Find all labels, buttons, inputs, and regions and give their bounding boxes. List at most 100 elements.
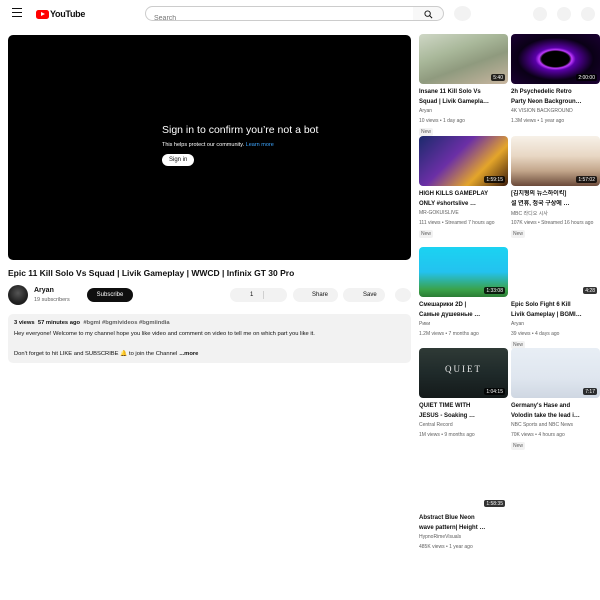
show-more-button[interactable]: ...more (179, 351, 198, 357)
recommendation-channel[interactable]: 4K VISION BACKGROUND (511, 108, 600, 114)
title-line: HIGH KILLS GAMEPLAY (419, 191, 489, 197)
title-line: Abstract Blue Neon (419, 515, 475, 521)
search-icon (424, 10, 433, 19)
new-badge: New (419, 128, 434, 136)
recommendation-channel[interactable]: HypnoRimeVisuals (419, 534, 508, 540)
title-line: Самые душевные … (419, 311, 481, 318)
title-line: Squad | Livik Gamepla… (419, 98, 490, 105)
account-button[interactable] (581, 7, 595, 21)
recommendation-channel[interactable]: Central Record (419, 422, 508, 428)
duration-badge: 1:58:35 (484, 500, 505, 507)
video-thumbnail[interactable]: 1:58:35 (419, 460, 508, 510)
youtube-logo[interactable]: YouTube (36, 9, 85, 19)
recommendation-stats: 10 views • 1 day ago (419, 118, 465, 124)
duration-badge: 1:33:08 (484, 287, 505, 294)
recommendation-title[interactable]: Epic Solo Fight 6 Kill Livik Gameplay | B… (511, 301, 600, 320)
recommendation-channel[interactable]: MR-GOKUISLIVE (419, 210, 508, 216)
description-meta: 3 views 57 minutes ago #bgmi #bgmivideos… (14, 318, 405, 328)
create-button[interactable] (533, 7, 547, 21)
subscribe-button[interactable]: Subscribe (87, 288, 133, 302)
description-cta: Don't forget to hit LIKE and SUBSCRIBE 🔔… (14, 351, 178, 357)
description-box[interactable]: 3 views 57 minutes ago #bgmi #bgmivideos… (8, 314, 411, 363)
duration-badge: 1:57:02 (576, 176, 597, 183)
title-line: Party Neon Backgroun… (511, 98, 582, 105)
bot-check-message: Sign in to confirm you’re not a bot This… (162, 124, 318, 166)
like-count: 1 (250, 292, 254, 298)
subscriber-count: 19 subscribers (34, 297, 70, 303)
video-thumbnail[interactable]: 4:28 (511, 247, 600, 297)
description-line: Hey everyone! Welcome to my channel hope… (14, 331, 315, 337)
recommendation-title[interactable]: Germany's Hase and Volodin take the lead … (511, 402, 600, 421)
recommendation-stats: 70K views • 4 hours ago (511, 432, 565, 438)
channel-name[interactable]: Aryan (34, 287, 54, 294)
like-dislike-button[interactable]: 1 (230, 288, 287, 302)
title-line: Volodin take the lead i… (511, 412, 580, 419)
new-badge: New (511, 230, 526, 238)
recommendation-title[interactable]: Insane 11 Kill Solo Vs Squad | Livik Game… (419, 88, 508, 107)
recommendation-channel[interactable]: Aryan (511, 321, 600, 327)
logo-text: YouTube (50, 9, 86, 19)
search-button[interactable] (413, 6, 444, 21)
save-button[interactable]: Save (343, 288, 385, 302)
video-thumbnail[interactable]: 1:33:08 (419, 247, 508, 297)
recommendation-stats: 1.2M views • 7 months ago (419, 331, 479, 337)
recommendation-stats: 39 views • 4 days ago (511, 331, 560, 337)
duration-badge: 1:04:15 (484, 388, 505, 395)
channel-avatar[interactable] (8, 285, 28, 305)
recommendation-stats: 485K views • 1 year ago (419, 544, 473, 550)
recommendation-channel[interactable]: MBC 라디오 시사 (511, 210, 600, 217)
duration-badge: 2:00:00 (576, 74, 597, 81)
learn-more-link[interactable]: Learn more (246, 142, 274, 148)
title-line: Epic Solo Fight 6 Kill (511, 302, 571, 308)
bot-check-subtext-body: This helps protect our community. (162, 142, 245, 148)
search-box[interactable] (145, 6, 414, 22)
more-actions-button[interactable] (395, 288, 411, 302)
recommendation-stats: 1M views • 9 months ago (419, 432, 475, 438)
recommendation-stats: 1.3M views • 1 year ago (511, 118, 565, 124)
hashtags[interactable]: #bgmi #bgmivideos #bgmiindia (83, 320, 169, 326)
video-thumbnail[interactable]: 1:59:15 (419, 136, 508, 186)
masthead: YouTube (0, 0, 600, 28)
recommendation-channel[interactable]: Aryan (419, 108, 508, 114)
like-divider (263, 291, 264, 299)
title-line: wave pattern| Height … (419, 524, 486, 531)
share-button[interactable]: Share (293, 288, 338, 302)
title-line: Livik Gameplay | BGMI… (511, 311, 582, 318)
recommendation-title[interactable]: 2h Psychedelic Retro Party Neon Backgroun… (511, 88, 600, 107)
recommendation-channel[interactable]: NBC Sports and NBC News (511, 422, 600, 428)
recommendation-channel[interactable]: Рики (419, 321, 508, 327)
video-player[interactable]: Sign in to confirm you’re not a bot This… (8, 35, 411, 260)
recommendation-title[interactable]: QUIET TIME WITH JESUS - Soaking … (419, 402, 508, 421)
upload-age: 57 minutes ago (37, 320, 81, 326)
duration-badge: 5:40 (491, 74, 505, 81)
bot-check-subtext: This helps protect our community. Learn … (162, 142, 318, 148)
recommendation-title[interactable]: HIGH KILLS GAMEPLAY ONLY #shortslive … (419, 190, 508, 209)
recommendation-title[interactable]: [김치형의 뉴스하이킥] 설 연휴, 정국 구상에 … (511, 190, 600, 209)
share-label: Share (312, 292, 329, 298)
save-label: Save (363, 292, 377, 298)
voice-search-button[interactable] (454, 6, 471, 21)
video-title: Epic 11 Kill Solo Vs Squad | Livik Gamep… (8, 268, 295, 278)
sign-in-button[interactable]: Sign in (162, 154, 195, 166)
title-line: [김치형의 뉴스하이킥] (511, 191, 567, 197)
duration-badge: 7:17 (583, 388, 597, 395)
duration-badge: 1:59:15 (484, 176, 505, 183)
menu-icon[interactable] (12, 8, 22, 18)
video-thumbnail[interactable]: 5:40 (419, 34, 508, 84)
video-thumbnail[interactable]: 2:00:00 (511, 34, 600, 84)
title-line: Смешарики 2D | (419, 302, 467, 308)
video-thumbnail[interactable]: 7:17 (511, 348, 600, 398)
description-line-truncated: Don't forget to hit LIKE and SUBSCRIBE 🔔… (14, 349, 405, 359)
title-line: JESUS - Soaking … (419, 412, 476, 419)
title-line: Germany's Hase and (511, 403, 571, 409)
new-badge: New (419, 230, 434, 238)
recommendation-title[interactable]: Abstract Blue Neon wave pattern| Height … (419, 514, 508, 533)
video-thumbnail[interactable]: QUIET 1:04:15 (419, 348, 508, 398)
notifications-button[interactable] (557, 7, 571, 21)
search-input[interactable] (146, 12, 413, 22)
new-badge: New (511, 442, 526, 450)
recommendation-title[interactable]: Смешарики 2D | Самые душевные … (419, 301, 508, 320)
play-logo-icon (36, 9, 49, 19)
title-line: QUIET TIME WITH (419, 403, 471, 409)
video-thumbnail[interactable]: 1:57:02 (511, 136, 600, 186)
